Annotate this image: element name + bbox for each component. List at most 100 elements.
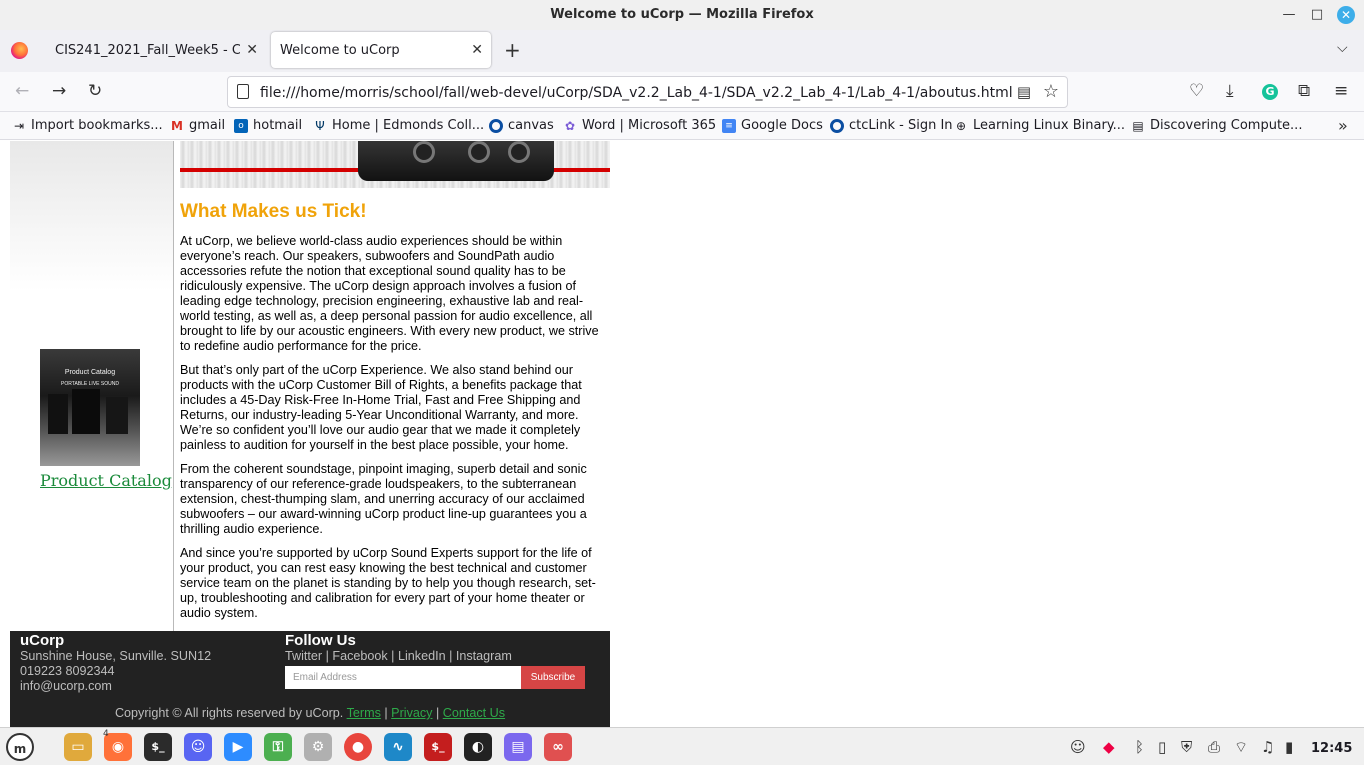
discord-tray-icon[interactable]: ☺ — [1070, 738, 1086, 756]
pocket-icon[interactable]: ♡ — [1189, 81, 1204, 101]
url-text[interactable]: file:///home/morris/school/fall/web-deve… — [260, 85, 1013, 101]
sound-icon[interactable]: ♫ — [1261, 738, 1274, 756]
settings-icon[interactable]: ⚙ — [304, 733, 332, 761]
maximize-icon[interactable]: □ — [1308, 6, 1326, 24]
chevron-right-icon[interactable]: » — [1338, 116, 1348, 135]
audio-recorder-icon[interactable]: ◐ — [464, 733, 492, 761]
paragraph: But that’s only part of the uCorp Experi… — [180, 363, 582, 452]
window-titlebar: Welcome to uCorp — Mozilla Firefox — □ ✕ — [0, 0, 1364, 30]
keepass-icon[interactable]: ⚿ — [264, 733, 292, 761]
notes-icon[interactable]: ▤ — [504, 733, 532, 761]
speakers-image — [358, 141, 554, 181]
firefox-icon — [11, 42, 28, 59]
bookmark-ctclink[interactable]: ctcLink - Sign In — [830, 118, 953, 133]
tab-cis241[interactable]: CIS241_2021_Fall_Week5 - CIS241 ✕ — [44, 30, 266, 70]
system-monitor-icon[interactable]: ∿ — [384, 733, 412, 761]
battery-icon[interactable]: ▮ — [1285, 738, 1293, 756]
bookmark-edmonds[interactable]: Ψ Home | Edmonds Coll... — [313, 118, 484, 133]
footer-contact: Sunshine House, Sunville. SUN12 019223 8… — [20, 649, 211, 694]
about-content: What Makes us Tick! At uCorp, we believe… — [180, 201, 610, 630]
catalog-cover-title: Product Catalog — [64, 369, 116, 376]
paragraph: And since you’re supported by uCorp Soun… — [180, 546, 596, 620]
discord-icon[interactable]: ☺ — [184, 733, 212, 761]
chevron-down-icon[interactable]: ⌵ — [1337, 40, 1348, 56]
bookmarks-bar: ⇥ Import bookmarks... Mgmail o hotmail Ψ Ho… — [0, 112, 1364, 140]
window-count-badge: 4 — [103, 729, 109, 739]
footer-email: info@ucorp.com — [20, 679, 112, 693]
facebook-link[interactable]: Facebook — [332, 649, 387, 663]
twitter-link[interactable]: Twitter — [285, 649, 322, 663]
reader-glasses-icon[interactable]: ∞ — [544, 733, 572, 761]
terminal-red-icon[interactable]: $_ — [424, 733, 452, 761]
shield-icon[interactable]: ⛨ — [1181, 738, 1192, 756]
tab-label: Welcome to uCorp — [280, 42, 400, 58]
extensions-icon[interactable]: ⧉ — [1298, 81, 1310, 101]
page-heading: What Makes us Tick! — [180, 201, 367, 222]
gmail-icon: M — [171, 118, 183, 133]
catalog-speaker-shape — [48, 394, 68, 434]
footer-brand: uCorp — [20, 632, 65, 649]
outlook-icon: o — [234, 118, 248, 133]
system-taskbar: m ▭ ◉ 4 $_ ☺ ▶ ⚿ ⚙ ● ∿ $_ ◐ ▤ ∞ ☺ ◆ ᛒ ▯ … — [0, 727, 1364, 765]
url-bar[interactable]: file:///home/morris/school/fall/web-deve… — [227, 76, 1068, 108]
back-icon[interactable]: ← — [15, 81, 29, 101]
bookmark-label: Word | Microsoft 365 — [582, 118, 717, 133]
grammarly-icon[interactable]: G — [1262, 84, 1278, 100]
forward-icon[interactable]: → — [52, 81, 66, 101]
subscribe-button[interactable]: Subscribe — [521, 666, 585, 689]
copyright-text: Copyright © All rights reserved by uCorp… — [114, 706, 344, 720]
instagram-link[interactable]: Instagram — [456, 649, 512, 663]
reload-icon[interactable]: ↻ — [88, 81, 102, 101]
clock[interactable]: 12:45 — [1311, 741, 1352, 756]
bookmark-gmail[interactable]: Mgmail — [170, 118, 225, 133]
files-icon[interactable]: ▭ — [64, 733, 92, 761]
copyright-line: Copyright © All rights reserved by uCorp… — [114, 706, 506, 720]
mint-menu-icon[interactable]: m — [6, 733, 34, 761]
bookmark-label: Discovering Compute... — [1150, 118, 1303, 133]
tab-welcome-ucorp[interactable]: Welcome to uCorp ✕ — [271, 32, 491, 68]
chrome-icon[interactable]: ● — [344, 733, 372, 761]
bookmark-google-docs[interactable]: ≡ Google Docs — [722, 118, 823, 133]
bookmark-linux-binary[interactable]: ⊕ Learning Linux Binary... — [954, 118, 1125, 133]
catalog-cover-subtitle: PORTABLE LIVE SOUND — [61, 381, 119, 387]
window-title: Welcome to uCorp — Mozilla Firefox — [550, 7, 814, 22]
reader-view-icon[interactable]: ▤ — [1017, 83, 1031, 101]
new-tab-icon[interactable]: + — [504, 38, 521, 62]
printer-icon[interactable]: ⎙ — [1208, 738, 1220, 756]
terms-link[interactable]: Terms — [347, 706, 381, 720]
privacy-link[interactable]: Privacy — [391, 706, 432, 720]
downloads-icon[interactable]: ⤓ — [1226, 81, 1234, 101]
bookmark-canvas[interactable]: canvas — [489, 118, 554, 133]
close-tab-icon[interactable]: ✕ — [246, 42, 258, 58]
speaker-driver-icon — [508, 141, 530, 163]
product-catalog-link[interactable]: Product Catalog — [40, 471, 172, 490]
catalog-speaker-shape — [72, 389, 100, 434]
bookmark-word[interactable]: ✿ Word | Microsoft 365 — [563, 118, 716, 133]
close-tab-icon[interactable]: ✕ — [471, 42, 483, 58]
footer-phone: 019223 8092344 — [20, 664, 115, 678]
tab-bar: CIS241_2021_Fall_Week5 - CIS241 ✕ Welcom… — [0, 30, 1364, 72]
linkedin-link[interactable]: LinkedIn — [398, 649, 446, 663]
close-window-icon[interactable]: ✕ — [1337, 6, 1355, 24]
minimize-icon[interactable]: — — [1280, 6, 1298, 24]
hamburger-menu-icon[interactable]: ≡ — [1334, 81, 1348, 101]
email-input[interactable]: Email Address — [285, 666, 521, 689]
bookmark-star-icon[interactable]: ☆ — [1043, 81, 1059, 102]
bookmark-discovering[interactable]: ▤ Discovering Compute... — [1131, 118, 1302, 133]
bookmark-label: Learning Linux Binary... — [973, 118, 1126, 133]
bookmark-hotmail[interactable]: o hotmail — [234, 118, 302, 133]
product-catalog-image[interactable]: Product Catalog PORTABLE LIVE SOUND — [40, 349, 140, 466]
zoom-icon[interactable]: ▶ — [224, 733, 252, 761]
contact-us-link[interactable]: Contact Us — [443, 706, 505, 720]
wifi-icon[interactable]: ⌔ — [1234, 738, 1248, 757]
import-icon: ⇥ — [13, 118, 25, 133]
bookmark-import[interactable]: ⇥ Import bookmarks... — [12, 118, 163, 133]
bluetooth-icon[interactable]: ᛒ — [1135, 738, 1144, 756]
cube-tray-icon[interactable]: ◆ — [1103, 738, 1115, 756]
clipboard-icon[interactable]: ▯ — [1158, 738, 1166, 756]
ctclink-icon — [830, 118, 844, 133]
speaker-driver-icon — [413, 141, 435, 163]
page-viewport: Product Catalog PORTABLE LIVE SOUND Prod… — [0, 141, 1364, 727]
terminal-icon[interactable]: $_ — [144, 733, 172, 761]
catalog-speaker-shape — [106, 397, 128, 434]
